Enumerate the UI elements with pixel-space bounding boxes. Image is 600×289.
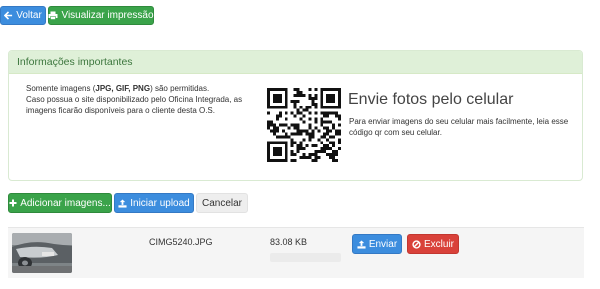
- arrow-left-icon: [4, 11, 13, 20]
- qr-description: Para enviar imagens do seu celular mais …: [349, 117, 569, 137]
- client-visibility-info: Caso possua o site disponibilizado pelo …: [26, 95, 243, 115]
- start-upload-button[interactable]: Iniciar upload: [114, 193, 194, 213]
- qr-code: [267, 88, 341, 162]
- upload-progress-bar: [270, 253, 341, 262]
- start-upload-label: Iniciar upload: [130, 197, 190, 209]
- panel-heading: Informações importantes: [9, 51, 582, 74]
- back-label: Voltar: [16, 10, 42, 21]
- add-images-label: Adicionar imagens...: [20, 197, 111, 209]
- file-row: CIMG5240.JPG 83.08 KB Enviar Excluir: [8, 227, 584, 278]
- send-file-button[interactable]: Enviar: [352, 234, 402, 254]
- plus-icon: [9, 199, 17, 207]
- print-preview-button[interactable]: Visualizar impressão: [48, 6, 154, 25]
- allowed-formats-info: Somente imagens (JPG, GIF, PNG) são perm…: [26, 83, 261, 116]
- info-formats: JPG, GIF, PNG: [95, 84, 151, 93]
- cancel-upload-button[interactable]: Cancelar: [196, 193, 248, 213]
- delete-file-button[interactable]: Excluir: [407, 234, 459, 254]
- info-suffix: ) são permitidas.: [150, 84, 210, 93]
- send-file-label: Enviar: [368, 238, 398, 250]
- info-panel: Informações importantes Somente imagens …: [8, 50, 583, 181]
- file-name: CIMG5240.JPG: [149, 237, 213, 247]
- info-prefix: Somente imagens (: [26, 84, 96, 93]
- file-size: 83.08 KB: [270, 237, 308, 247]
- image-thumbnail: [12, 233, 72, 273]
- qr-title: Envie fotos pelo celular: [348, 91, 514, 108]
- upload-icon: [118, 198, 127, 208]
- back-button[interactable]: Voltar: [0, 6, 46, 25]
- print-preview-label: Visualizar impressão: [61, 10, 154, 21]
- add-images-button[interactable]: Adicionar imagens...: [8, 193, 112, 213]
- print-icon: [48, 11, 58, 20]
- allowed-formats-line: Somente imagens (JPG, GIF, PNG) são perm…: [26, 83, 261, 94]
- cancel-upload-label: Cancelar: [201, 197, 243, 209]
- ban-icon: [412, 239, 421, 249]
- upload-icon: [357, 239, 366, 249]
- delete-file-label: Excluir: [423, 238, 454, 250]
